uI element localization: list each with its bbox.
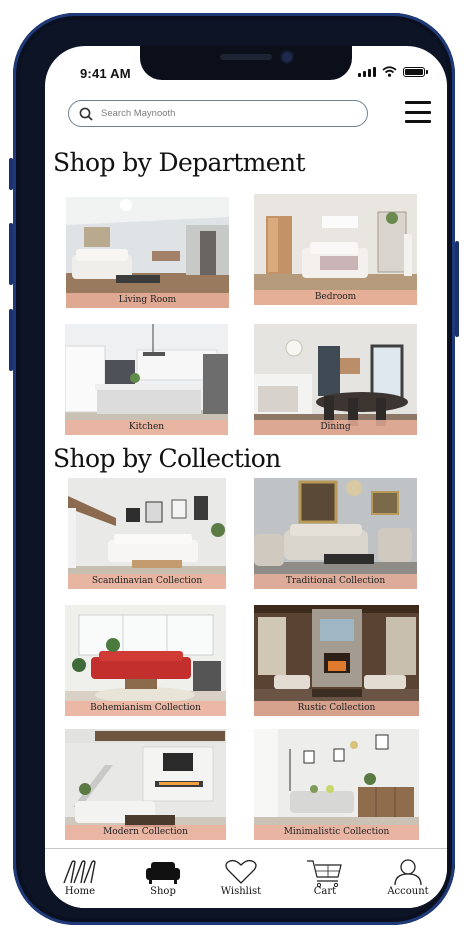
- phone-frame: 9:41 AM Shop by Department: [9, 13, 459, 925]
- silent-switch: [9, 158, 13, 190]
- battery-icon: [403, 66, 428, 77]
- section-title-collection: Shop by Collection: [53, 444, 281, 473]
- tab-wishlist[interactable]: Wishlist: [211, 859, 271, 897]
- tab-account[interactable]: Account: [378, 859, 438, 897]
- section-title-department: Shop by Department: [53, 148, 306, 177]
- home-logo-icon: [63, 860, 96, 884]
- tab-home[interactable]: Home: [50, 859, 110, 897]
- bedroom-photo: [254, 194, 417, 305]
- collection-label: Scandinavian Collection: [68, 574, 226, 589]
- collection-card-scandinavian[interactable]: Scandinavian Collection: [68, 478, 226, 589]
- collection-card-modern[interactable]: Modern Collection: [65, 729, 226, 840]
- collection-card-bohemianism[interactable]: Bohemianism Collection: [65, 605, 226, 716]
- volume-up-button: [9, 223, 13, 285]
- collection-card-minimalistic[interactable]: Minimalistic Collection: [254, 729, 419, 840]
- status-time: 9:41 AM: [80, 66, 131, 81]
- person-icon: [394, 859, 422, 885]
- hamburger-menu-icon[interactable]: [405, 101, 431, 123]
- tab-cart[interactable]: Cart: [295, 859, 355, 897]
- department-label: Kitchen: [65, 420, 228, 435]
- power-button: [455, 241, 459, 337]
- department-card-kitchen[interactable]: Kitchen: [65, 324, 228, 435]
- traditional-photo: [254, 478, 417, 589]
- sofa-icon: [146, 862, 180, 884]
- department-card-bedroom[interactable]: Bedroom: [254, 194, 417, 305]
- department-label: Bedroom: [254, 290, 417, 305]
- screen: 9:41 AM Shop by Department: [45, 46, 447, 908]
- department-label: Living Room: [66, 293, 229, 308]
- scandinavian-photo: [68, 478, 226, 589]
- cart-icon: [307, 860, 342, 887]
- tab-label: Wishlist: [220, 886, 262, 897]
- collection-label: Modern Collection: [65, 825, 226, 840]
- department-card-dining[interactable]: Dining: [254, 324, 417, 435]
- search-bar[interactable]: [68, 100, 368, 127]
- kitchen-photo: [65, 324, 228, 435]
- collection-label: Rustic Collection: [254, 701, 419, 716]
- notch: [140, 46, 352, 80]
- tab-label: Account: [387, 886, 429, 897]
- dining-photo: [254, 324, 417, 435]
- search-icon: [79, 107, 93, 121]
- search-input[interactable]: [99, 107, 343, 120]
- collection-card-traditional[interactable]: Traditional Collection: [254, 478, 417, 589]
- wifi-icon: [382, 66, 397, 77]
- tab-label: Home: [64, 886, 96, 897]
- signal-icon: [358, 66, 376, 77]
- heart-icon: [225, 859, 257, 884]
- rustic-photo: [254, 605, 419, 716]
- status-icons: [358, 66, 428, 77]
- collection-label: Traditional Collection: [254, 574, 417, 589]
- tab-label: Shop: [150, 886, 176, 897]
- bohemianism-photo: [65, 605, 226, 716]
- collection-label: Bohemianism Collection: [65, 701, 226, 716]
- tab-shop[interactable]: Shop: [133, 859, 193, 897]
- collection-label: Minimalistic Collection: [254, 825, 419, 840]
- department-label: Dining: [254, 420, 417, 435]
- collection-card-rustic[interactable]: Rustic Collection: [254, 605, 419, 716]
- tab-label: Cart: [313, 886, 337, 897]
- volume-down-button: [9, 309, 13, 371]
- bottom-tab-bar: Home Shop Wishlist Cart Account: [45, 848, 447, 908]
- modern-photo: [65, 729, 226, 840]
- department-card-living-room[interactable]: Living Room: [66, 197, 229, 308]
- minimalistic-photo: [254, 729, 419, 840]
- living-room-photo: [66, 197, 229, 308]
